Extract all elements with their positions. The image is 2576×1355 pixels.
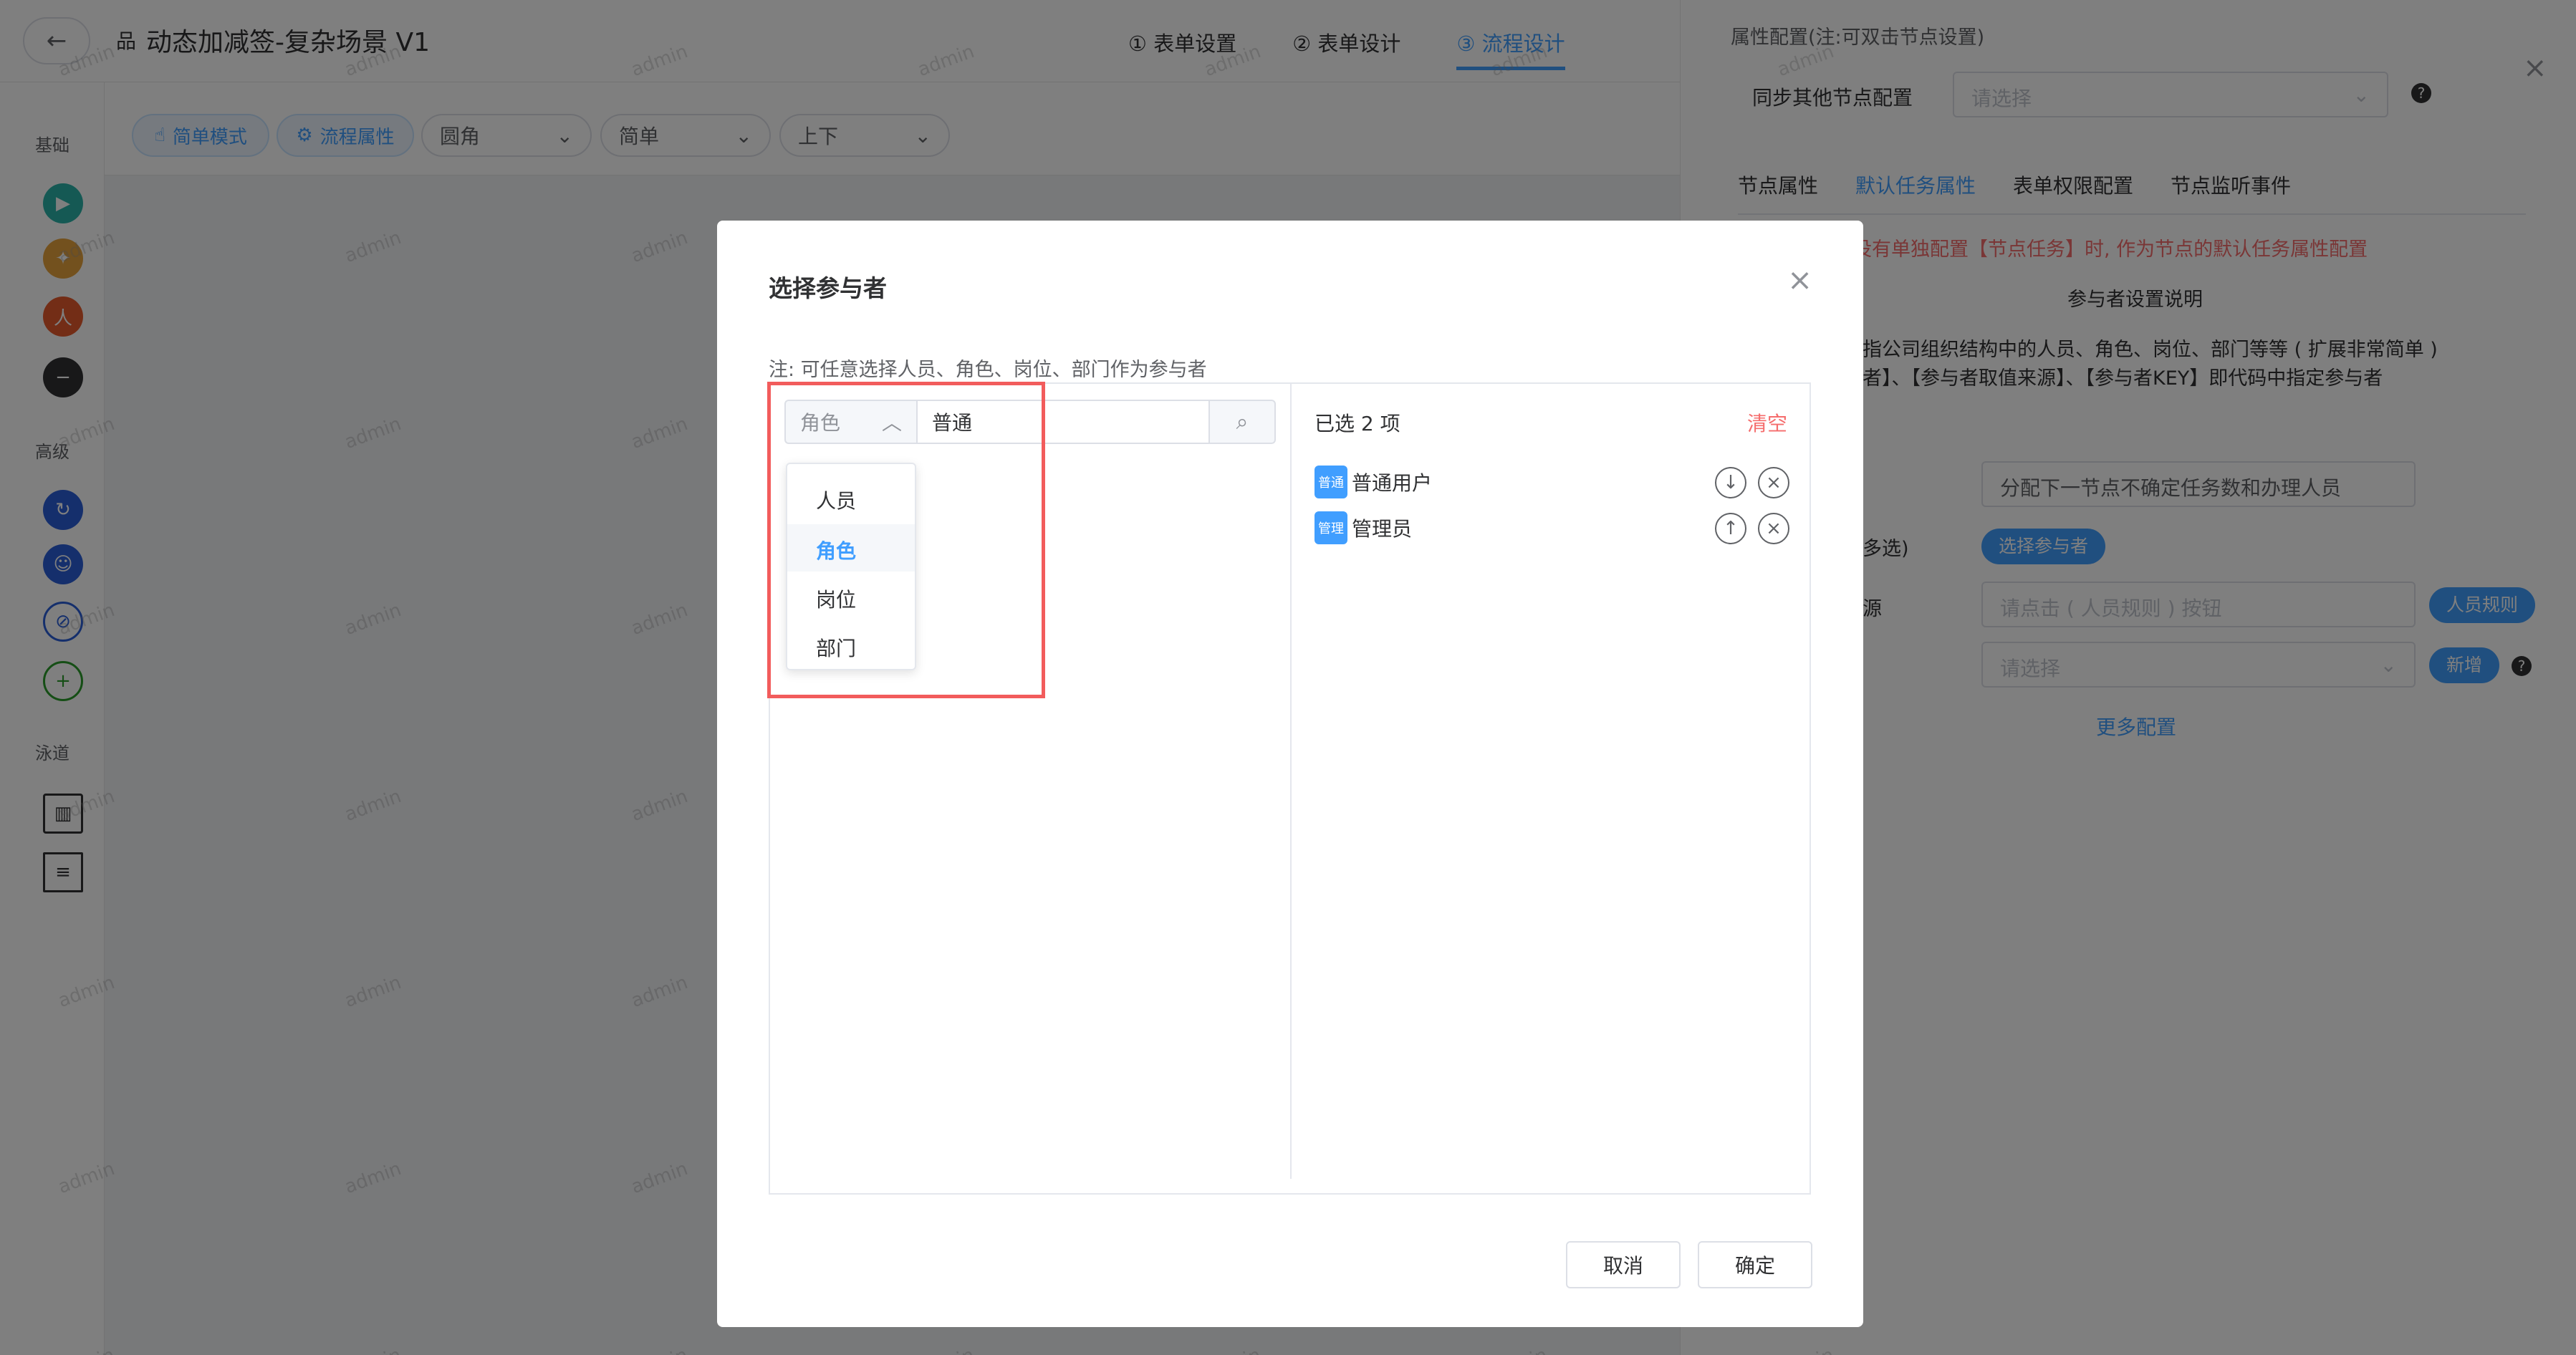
clear-button[interactable]: 清空 <box>1747 408 1787 437</box>
remove-icon[interactable]: × <box>1758 467 1789 498</box>
move-up-icon[interactable]: ↑ <box>1715 513 1746 544</box>
confirm-button[interactable]: 确定 <box>1698 1241 1812 1288</box>
move-down-icon[interactable]: ↓ <box>1715 467 1746 498</box>
selected-count: 已选 2 项 <box>1315 412 1400 435</box>
dialog-close-icon[interactable]: × <box>1787 262 1812 297</box>
remove-icon[interactable]: × <box>1758 513 1789 544</box>
selected-item-name: 管理员 <box>1352 517 1413 541</box>
role-chip: 普通 <box>1315 466 1347 498</box>
cancel-button[interactable]: 取消 <box>1566 1241 1681 1288</box>
selected-item-name: 普通用户 <box>1352 471 1433 495</box>
selected-item: 普通 普通用户 <box>1315 466 1432 498</box>
selected-item: 管理 管理员 <box>1315 511 1412 544</box>
search-icon[interactable]: ⌕ <box>1208 400 1276 444</box>
dialog-note: 注: 可任意选择人员、角色、岗位、部门作为参与者 <box>769 359 1207 381</box>
dialog-title: 选择参与者 <box>769 274 887 302</box>
panel-divider <box>1290 384 1292 1179</box>
select-participants-dialog: 选择参与者 × 注: 可任意选择人员、角色、岗位、部门作为参与者 角色 ︿ 普通 … <box>717 221 1863 1327</box>
highlight-box <box>767 382 1045 698</box>
role-chip: 管理 <box>1315 511 1347 544</box>
